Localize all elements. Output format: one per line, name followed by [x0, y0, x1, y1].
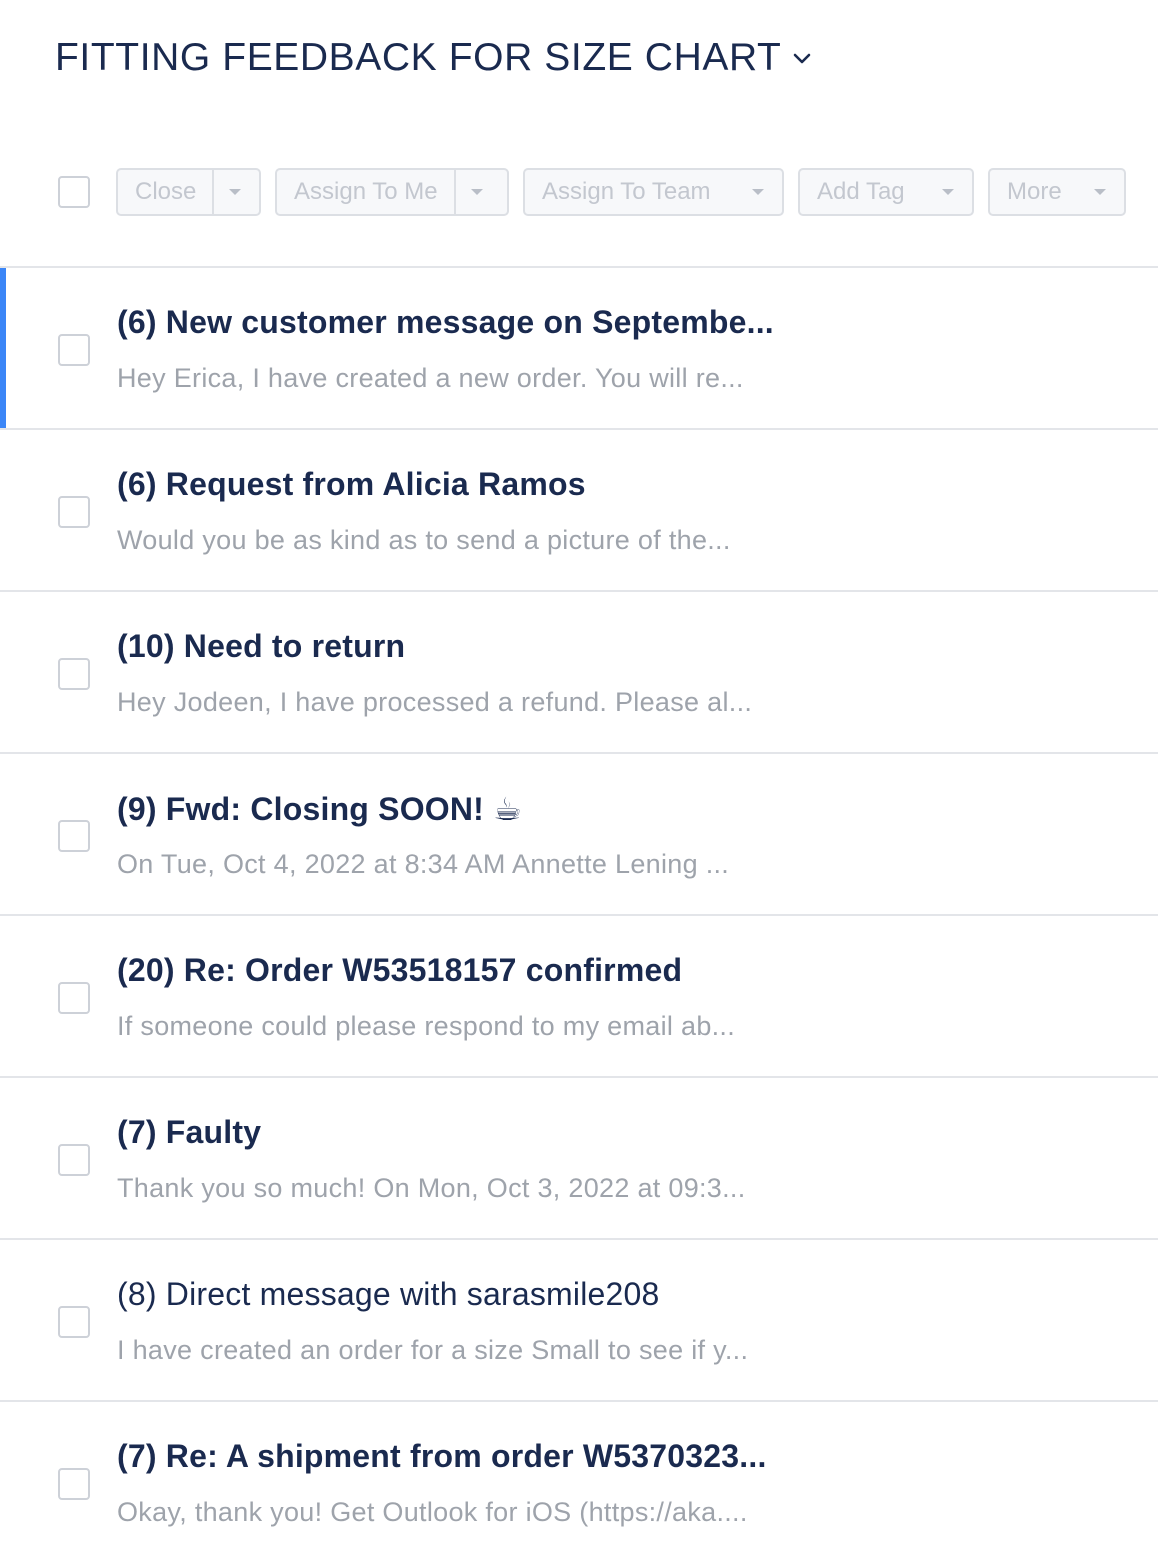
row-checkbox[interactable] [58, 1468, 90, 1500]
conversation-row[interactable]: (8) Direct message with sarasmile208 I h… [0, 1240, 1158, 1400]
assign-to-team-dropdown[interactable]: Assign To Team [523, 168, 784, 216]
conversation-preview: Hey Erica, I have created a new order. Y… [117, 363, 744, 393]
conversation-row[interactable]: (6) New customer message on Septembe... … [0, 268, 1158, 428]
assign-to-team-label: Assign To Team [542, 178, 711, 205]
close-button-label: Close [135, 178, 197, 205]
more-label: More [1007, 178, 1062, 205]
conversation-row[interactable]: (6) Request from Alicia Ramos Would you … [0, 430, 1158, 590]
assign-to-me-label: Assign To Me [294, 178, 438, 205]
conversation-list: (6) New customer message on Septembe... … [0, 266, 1158, 1552]
conversation-preview: I have created an order for a size Small… [117, 1335, 749, 1365]
conversation-subject: (7) Faulty [117, 1114, 262, 1150]
assign-to-me-options-dropdown[interactable] [453, 170, 498, 214]
conversation-subject: (8) Direct message with sarasmile208 [117, 1276, 660, 1312]
conversation-preview: Okay, thank you! Get Outlook for iOS (ht… [117, 1497, 748, 1527]
conversation-row[interactable]: (10) Need to return Hey Jodeen, I have p… [0, 592, 1158, 752]
row-checkbox[interactable] [58, 334, 90, 366]
conversation-subject: (9) Fwd: Closing SOON! ☕ [117, 791, 523, 827]
page-title: FITTING FEEDBACK FOR SIZE CHART [55, 36, 782, 79]
caret-down-icon [752, 189, 764, 195]
caret-down-icon [470, 189, 483, 195]
bulk-actions-toolbar: Close Assign To Me Assign To Team Add Ta… [0, 168, 1158, 216]
add-tag-dropdown[interactable]: Add Tag [798, 168, 974, 216]
caret-down-icon [1094, 189, 1106, 195]
close-button[interactable]: Close [116, 168, 261, 216]
chevron-down-icon [793, 53, 811, 65]
row-checkbox[interactable] [58, 496, 90, 528]
select-all-checkbox[interactable] [58, 176, 90, 208]
conversation-subject: (20) Re: Order W53518157 confirmed [117, 952, 683, 988]
view-title-dropdown[interactable]: FITTING FEEDBACK FOR SIZE CHART [55, 34, 811, 82]
row-checkbox[interactable] [58, 658, 90, 690]
add-tag-label: Add Tag [817, 178, 905, 205]
conversation-row[interactable]: (20) Re: Order W53518157 confirmed If so… [0, 916, 1158, 1076]
row-checkbox[interactable] [58, 820, 90, 852]
row-checkbox[interactable] [58, 982, 90, 1014]
caret-down-icon [942, 189, 954, 195]
conversation-subject: (6) Request from Alicia Ramos [117, 466, 586, 502]
conversation-preview: Would you be as kind as to send a pictur… [117, 525, 731, 555]
caret-down-icon [229, 189, 242, 195]
conversation-subject: (10) Need to return [117, 628, 406, 664]
conversation-row[interactable]: (7) Re: A shipment from order W5370323..… [0, 1402, 1158, 1552]
row-checkbox[interactable] [58, 1144, 90, 1176]
row-checkbox[interactable] [58, 1306, 90, 1338]
assign-to-me-button[interactable]: Assign To Me [275, 168, 509, 216]
conversation-row[interactable]: (7) Faulty Thank you so much! On Mon, Oc… [0, 1078, 1158, 1238]
conversation-preview: If someone could please respond to my em… [117, 1011, 736, 1041]
conversation-preview: Thank you so much! On Mon, Oct 3, 2022 a… [117, 1173, 746, 1203]
conversation-row[interactable]: (9) Fwd: Closing SOON! ☕ On Tue, Oct 4, … [0, 754, 1158, 914]
conversation-preview: Hey Jodeen, I have processed a refund. P… [117, 687, 753, 717]
close-options-dropdown[interactable] [212, 170, 256, 214]
conversation-subject: (6) New customer message on Septembe... [117, 304, 774, 340]
conversation-subject: (7) Re: A shipment from order W5370323..… [117, 1438, 767, 1474]
more-actions-dropdown[interactable]: More [988, 168, 1126, 216]
conversation-preview: On Tue, Oct 4, 2022 at 8:34 AM Annette L… [117, 849, 730, 879]
